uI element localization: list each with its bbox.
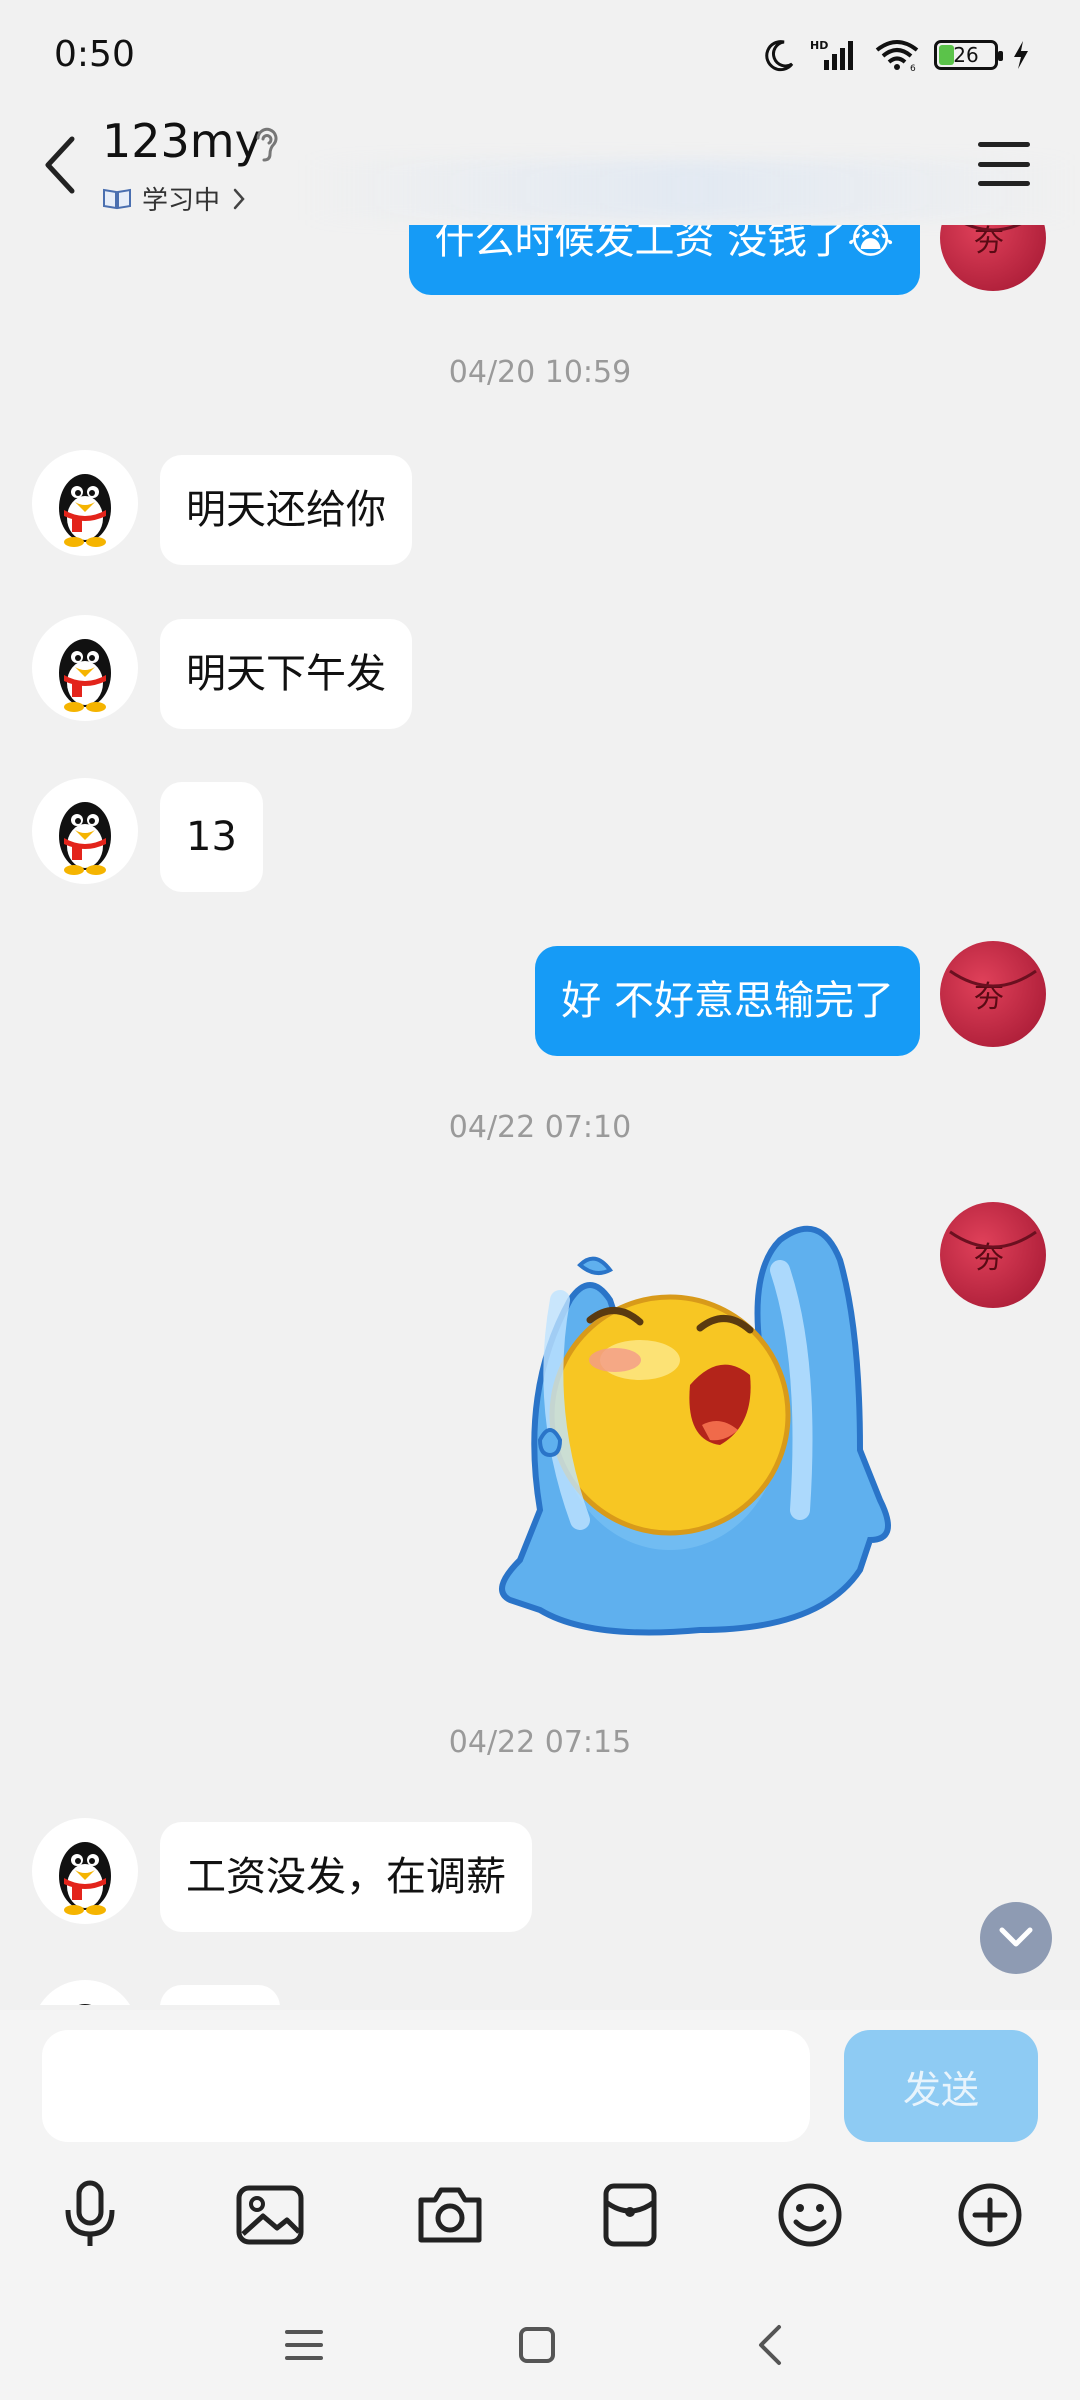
moon-icon bbox=[765, 40, 794, 72]
avatar-self[interactable]: 夯 bbox=[940, 941, 1046, 1047]
svg-text:6: 6 bbox=[910, 64, 916, 72]
chat-header: 123my 学习中 bbox=[0, 110, 1080, 230]
status-icons: HD 6 26 bbox=[762, 30, 1030, 80]
menu-icon bbox=[978, 142, 1030, 147]
status-bar: 0:50 HD 6 26 bbox=[0, 0, 1080, 110]
avatar-self[interactable]: 夯 bbox=[940, 1202, 1046, 1308]
message-input[interactable] bbox=[42, 2030, 810, 2142]
message-timestamp: 04/20 10:59 bbox=[448, 355, 632, 390]
message-bubble-outgoing[interactable]: 什么时候发工资 没钱了😭 bbox=[408, 225, 920, 295]
image-icon bbox=[236, 2185, 304, 2245]
penguin-avatar-icon bbox=[59, 639, 111, 712]
crying-face-sticker[interactable] bbox=[480, 1210, 920, 1650]
emoji-button[interactable] bbox=[765, 2170, 855, 2260]
message-bubble-incoming[interactable]: 明天还给你 bbox=[160, 455, 412, 565]
hamburger-icon bbox=[285, 2330, 323, 2360]
message-timestamp: 04/22 07:15 bbox=[448, 1725, 632, 1760]
chevron-left-icon bbox=[45, 136, 75, 194]
voice-button[interactable] bbox=[45, 2170, 135, 2260]
message-bubble-incoming[interactable]: 工资没发，在调薪 bbox=[160, 1822, 532, 1932]
input-toolbar bbox=[0, 2170, 1080, 2260]
chevron-right-icon bbox=[233, 188, 245, 209]
avatar-contact[interactable] bbox=[32, 778, 138, 884]
nav-home-button[interactable] bbox=[497, 2310, 577, 2380]
penguin-avatar-icon bbox=[59, 474, 111, 547]
camera-button[interactable] bbox=[405, 2170, 495, 2260]
avatar-contact[interactable] bbox=[32, 1818, 138, 1924]
back-button[interactable] bbox=[30, 120, 90, 210]
battery-level: 26 bbox=[953, 43, 979, 67]
charging-icon bbox=[1014, 41, 1028, 69]
system-nav-bar bbox=[0, 2290, 1080, 2400]
red-packet-button[interactable] bbox=[585, 2170, 675, 2260]
avatar-contact[interactable] bbox=[32, 1980, 138, 2005]
signal-icon: HD bbox=[810, 39, 853, 70]
message-bubble-outgoing[interactable]: 好 不好意思输完了 bbox=[535, 946, 920, 1056]
nav-menu-button[interactable] bbox=[264, 2310, 344, 2380]
online-status[interactable]: 学习中 bbox=[102, 180, 248, 217]
photo-button[interactable] bbox=[225, 2170, 315, 2260]
menu-button[interactable] bbox=[974, 134, 1034, 194]
square-home-icon bbox=[519, 2327, 555, 2363]
plus-icon bbox=[958, 2183, 1022, 2247]
avatar-contact[interactable] bbox=[32, 615, 138, 721]
nav-back-button[interactable] bbox=[730, 2310, 810, 2380]
penguin-avatar-icon bbox=[59, 1842, 111, 1915]
wifi-icon: 6 bbox=[875, 40, 919, 72]
send-button[interactable]: 发送 bbox=[844, 2030, 1038, 2142]
chevron-left-icon bbox=[759, 2325, 781, 2365]
more-button[interactable] bbox=[945, 2170, 1035, 2260]
status-text: 学习中 bbox=[142, 186, 221, 216]
message-bubble-incoming[interactable]: 明天下午发 bbox=[160, 619, 412, 729]
microphone-icon bbox=[65, 2180, 115, 2246]
clock: 0:50 bbox=[54, 34, 135, 75]
penguin-avatar-icon bbox=[59, 802, 111, 875]
contact-name[interactable]: 123my bbox=[102, 114, 262, 168]
scroll-to-bottom-button[interactable] bbox=[980, 1902, 1052, 1974]
ear-icon[interactable] bbox=[252, 124, 282, 164]
book-icon bbox=[103, 188, 131, 209]
message-bubble-incoming[interactable] bbox=[160, 1985, 280, 2005]
message-bubble-incoming[interactable]: 13 bbox=[160, 782, 263, 892]
svg-text:HD: HD bbox=[810, 39, 828, 52]
chevron-down-icon bbox=[999, 1927, 1033, 1947]
battery-icon: 26 bbox=[934, 40, 1003, 70]
message-timestamp: 04/22 07:10 bbox=[448, 1110, 632, 1145]
avatar-contact[interactable] bbox=[32, 450, 138, 556]
red-packet-icon bbox=[603, 2183, 657, 2247]
emoji-icon bbox=[778, 2183, 842, 2247]
camera-icon bbox=[418, 2187, 482, 2243]
avatar-self[interactable]: 夯 bbox=[940, 225, 1046, 291]
message-list[interactable]: 什么时候发工资 没钱了😭 夯 04/20 10:59 明天还给你 明天下午发 1… bbox=[0, 225, 1080, 2005]
penguin-avatar-icon bbox=[78, 2004, 92, 2005]
